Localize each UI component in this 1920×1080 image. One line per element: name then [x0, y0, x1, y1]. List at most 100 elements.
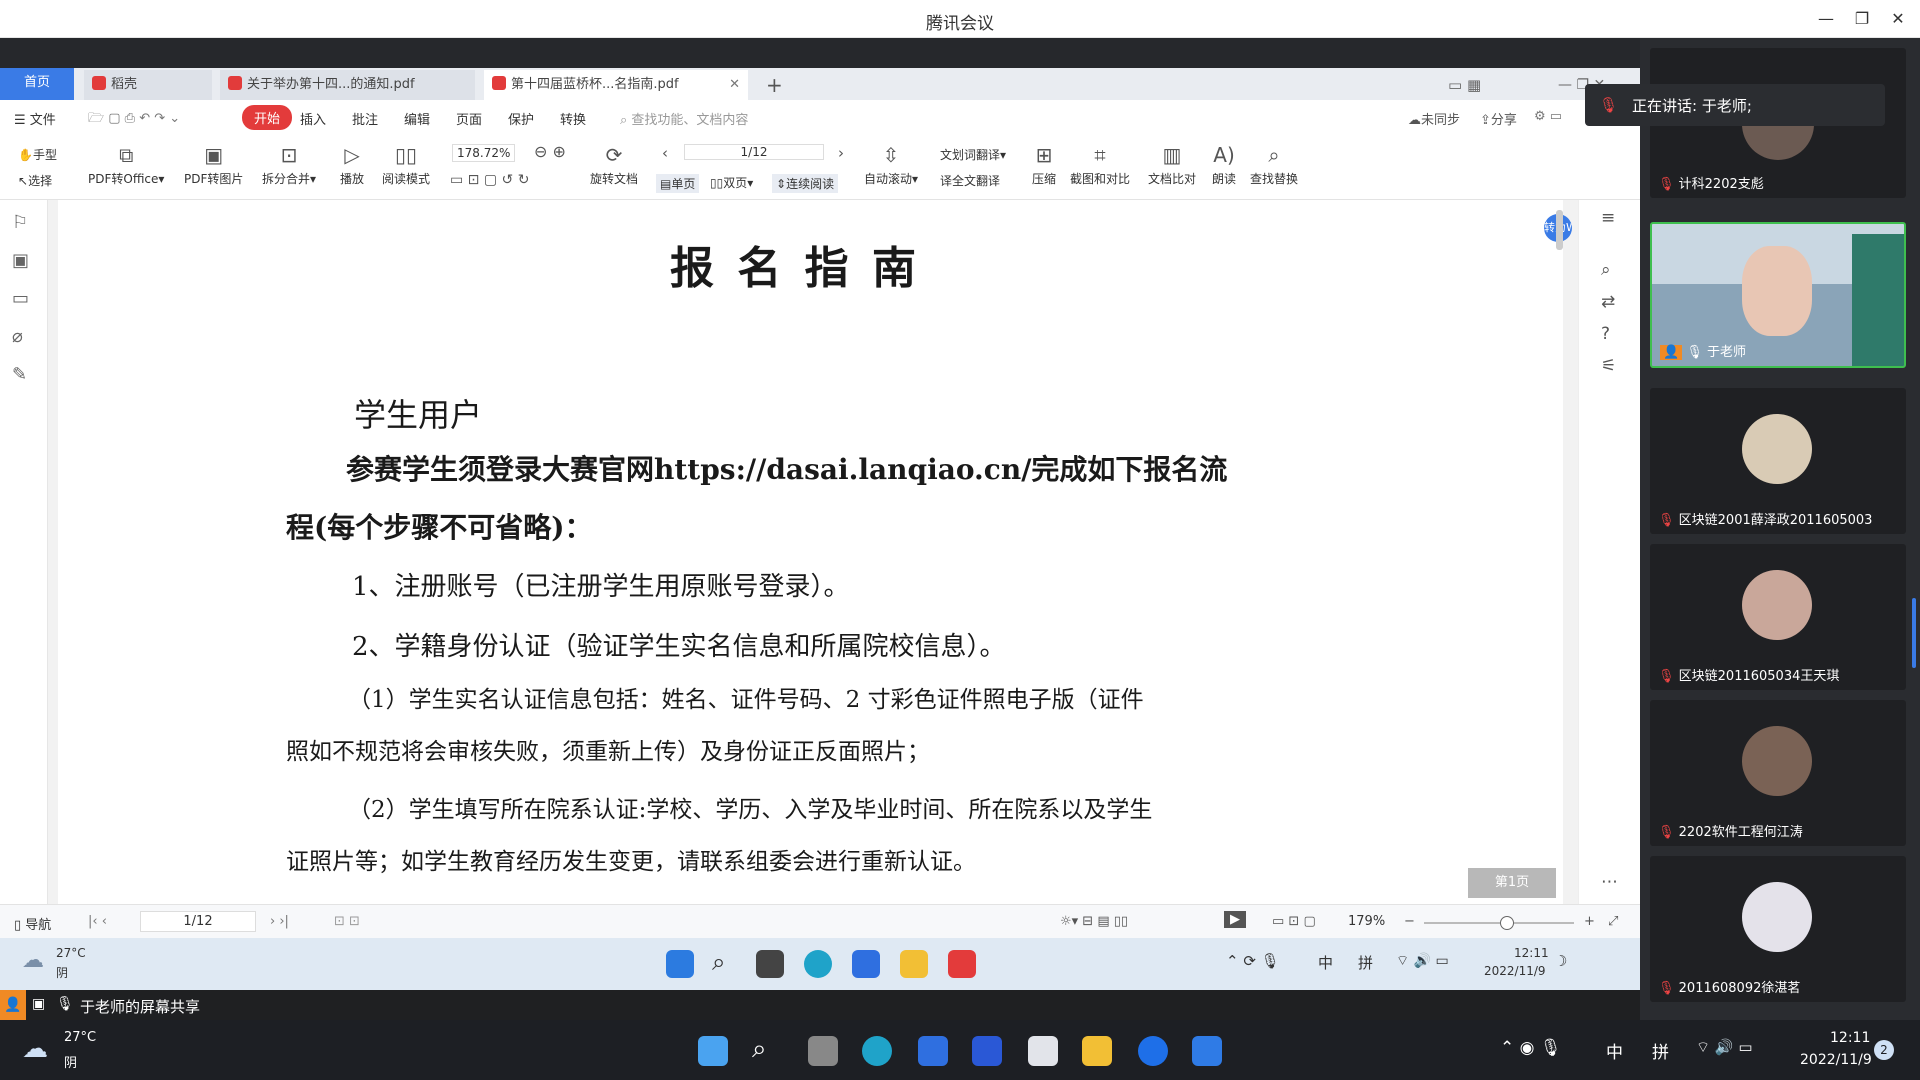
screenshot-compare-button[interactable]: ⌗ 截图和对比: [1070, 144, 1130, 187]
doc-compare-button[interactable]: ▥ 文档比对: [1148, 144, 1196, 187]
hand-tool[interactable]: ✋手型: [18, 146, 57, 163]
focus-icon[interactable]: ☽: [1554, 952, 1567, 970]
window-layout-icon[interactable]: ▭ ▦: [1440, 70, 1481, 100]
split-merge-button[interactable]: ⊡ 拆分合并▾: [262, 144, 316, 187]
store-icon[interactable]: [1028, 1036, 1058, 1066]
shield-icon[interactable]: [972, 1036, 1002, 1066]
play-icon[interactable]: ▶: [1224, 911, 1246, 928]
zoom-in-icon[interactable]: +: [1584, 914, 1595, 929]
page-input[interactable]: 1/12: [684, 144, 824, 160]
single-page-button[interactable]: ▤单页: [656, 174, 700, 193]
menu-annotate[interactable]: 批注: [352, 109, 378, 128]
participant-video-card[interactable]: 👤 🎙 于老师: [1650, 222, 1906, 368]
quick-access-icons[interactable]: 🗁 ▢ ⎙ ↶ ↷ ⌄: [88, 109, 180, 131]
comment-icon[interactable]: ▭: [12, 288, 29, 309]
ime-pin[interactable]: 拼: [1358, 952, 1373, 973]
tray-icons[interactable]: ⌃ ◉ 🎙: [1500, 1038, 1561, 1058]
tab-home[interactable]: 首页: [0, 68, 74, 100]
menu-start[interactable]: 开始: [242, 105, 293, 130]
tencent-meeting-icon[interactable]: [1192, 1036, 1222, 1066]
continuous-read-button[interactable]: ⇕连续阅读: [772, 174, 839, 193]
zoom-select[interactable]: 178.72%: [452, 144, 516, 162]
notification-badge[interactable]: 2: [1874, 1040, 1894, 1060]
status-page-input[interactable]: 1/12: [140, 911, 256, 932]
bookmark-icon[interactable]: ⚐: [12, 212, 28, 233]
thumbnail-icon[interactable]: ▣: [12, 250, 29, 271]
first-prev-page-icons[interactable]: |‹ ‹: [88, 914, 107, 929]
view-mode-icons[interactable]: ☼▾ ⊟ ▤ ▯▯: [1060, 914, 1128, 929]
host-ime-zh[interactable]: 中: [1606, 1038, 1623, 1063]
compress-button[interactable]: ⊞ 压缩: [1032, 144, 1056, 187]
word-translate-button[interactable]: 文划词翻译▾: [940, 146, 1006, 163]
start-icon[interactable]: [698, 1036, 728, 1066]
fit-icons[interactable]: ▭ ⊡ ▢ ↺ ↻: [450, 172, 529, 188]
ime-zh[interactable]: 中: [1318, 952, 1333, 973]
network-volume-icons[interactable]: ⌔ 🔊 ▭: [1696, 1038, 1753, 1057]
more-icon[interactable]: ⋯: [1601, 872, 1618, 892]
start-icon[interactable]: [666, 950, 694, 978]
select-tool[interactable]: ↖选择: [18, 172, 52, 189]
wps-icon[interactable]: [948, 950, 976, 978]
zoom-out-icon[interactable]: −: [1404, 914, 1415, 929]
tray-icons[interactable]: ⌃ ⟳ 🎙: [1226, 952, 1280, 970]
tab-docer[interactable]: 稻壳: [84, 70, 212, 100]
participant-card[interactable]: 🎙 2202软件工程何江涛: [1650, 700, 1906, 846]
menu-convert[interactable]: 转换: [560, 109, 586, 128]
host-ime-pin[interactable]: 拼: [1652, 1038, 1669, 1063]
sync-status[interactable]: ☁未同步: [1408, 109, 1460, 128]
play-button[interactable]: ▷ 播放: [340, 144, 364, 187]
zoom-slider-handle[interactable]: [1500, 916, 1514, 930]
next-last-page-icons[interactable]: › ›|: [270, 914, 289, 929]
tab-guide-pdf[interactable]: 第十四届蓝桥杯...名指南.pdf ✕: [484, 70, 748, 100]
rotate-doc-button[interactable]: ⟳ 旋转文档: [590, 144, 638, 187]
restore-icon[interactable]: ❐: [1844, 6, 1880, 32]
sidebar-search-icon[interactable]: ⌕: [1601, 260, 1611, 280]
participant-card[interactable]: 🎙 区块链2001薛泽政2011605003: [1650, 388, 1906, 534]
baidu-icon[interactable]: [918, 1036, 948, 1066]
arrow-app-icon[interactable]: [1138, 1036, 1168, 1066]
double-page-button[interactable]: ▯▯双页▾: [710, 174, 753, 191]
back-forward-icons[interactable]: ⊡ ⊡: [334, 914, 360, 929]
close-icon[interactable]: ✕: [1880, 6, 1916, 32]
zoom-icons[interactable]: ⊖ ⊕: [534, 142, 566, 161]
nav-toggle[interactable]: ▯ 导航: [14, 914, 51, 933]
edge-icon[interactable]: [804, 950, 832, 978]
network-volume-icons[interactable]: ⌔ 🔊 ▭: [1396, 952, 1449, 970]
tab-close-icon[interactable]: ✕: [729, 70, 740, 100]
vertical-scrollbar[interactable]: [1556, 210, 1563, 250]
participant-card[interactable]: 🎙 2011608092徐湛茗: [1650, 856, 1906, 1002]
search-icon[interactable]: ⌕: [752, 1034, 767, 1065]
help-icon[interactable]: ?: [1601, 324, 1610, 344]
edge-icon[interactable]: [862, 1036, 892, 1066]
menu-line-icon[interactable]: ≡: [1601, 208, 1615, 228]
search-box[interactable]: ⌕ 查找功能、文档内容: [620, 109, 748, 128]
settings-icon[interactable]: ⚙ ▭: [1534, 109, 1562, 124]
folder-icon[interactable]: [900, 950, 928, 978]
sliders-icon[interactable]: ⚟: [1601, 356, 1616, 376]
read-mode-button[interactable]: ▯▯ 阅读模式: [382, 144, 430, 187]
task-view-icon[interactable]: [808, 1036, 838, 1066]
file-menu[interactable]: ☰ 文件: [14, 109, 56, 128]
full-translate-button[interactable]: 译全文翻译: [940, 172, 1000, 189]
menu-protect[interactable]: 保护: [508, 109, 534, 128]
meeting-app-icon[interactable]: [852, 950, 880, 978]
signature-icon[interactable]: ✎: [12, 364, 27, 385]
minimize-icon[interactable]: —: [1808, 6, 1844, 32]
fit-mode-icons[interactable]: ▭ ⊡ ▢: [1272, 914, 1316, 929]
folder-icon[interactable]: [1082, 1036, 1112, 1066]
search-icon[interactable]: ⌕: [712, 948, 725, 976]
zoom-slider[interactable]: [1424, 922, 1574, 924]
pdf-to-image-button[interactable]: ▣ PDF转图片: [184, 144, 243, 187]
new-tab-icon[interactable]: +: [758, 70, 783, 100]
tab-notice-pdf[interactable]: 关于举办第十四...的通知.pdf: [220, 70, 475, 100]
fullscreen-icon[interactable]: ⤢: [1608, 914, 1618, 929]
share-button[interactable]: ⇪分享: [1480, 109, 1517, 128]
autoscroll-button[interactable]: ⇳ 自动滚动▾: [864, 144, 918, 187]
pdf-to-office-button[interactable]: ⧉ PDF转Office▾: [88, 144, 164, 187]
find-replace-button[interactable]: ⌕ 查找替换: [1250, 144, 1298, 187]
participant-card[interactable]: 🎙 区块链2011605034王天琪: [1650, 544, 1906, 690]
panel-scrollbar[interactable]: [1912, 598, 1916, 668]
read-aloud-button[interactable]: A) 朗读: [1212, 144, 1236, 187]
sidebar-translate-icon[interactable]: ⇄: [1601, 292, 1615, 312]
attachment-icon[interactable]: ⌀: [12, 326, 23, 347]
